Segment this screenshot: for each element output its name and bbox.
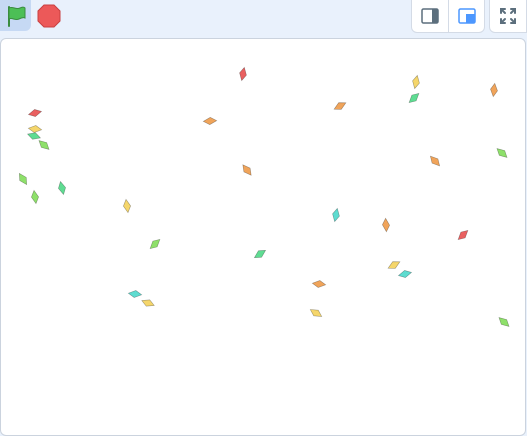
stop-sign-icon <box>37 4 61 27</box>
confetti-layer <box>18 66 510 327</box>
confetti-sprite <box>123 198 131 214</box>
stage-canvas[interactable] <box>0 38 526 436</box>
confetti-sprite <box>141 299 155 307</box>
confetti-sprite <box>27 125 43 133</box>
confetti-sprite <box>58 180 66 196</box>
confetti-sprite <box>202 117 218 125</box>
confetti-sprite <box>149 238 161 250</box>
confetti-sprite <box>27 109 43 117</box>
small-stage-icon <box>421 8 439 24</box>
confetti-sprite <box>242 164 252 176</box>
confetti-sprite <box>457 229 469 241</box>
confetti-sprite <box>18 172 28 186</box>
confetti-sprite <box>332 207 340 223</box>
confetti-sprite <box>498 317 510 327</box>
confetti-sprite <box>239 66 247 82</box>
confetti-sprite <box>408 92 420 104</box>
confetti-sprite <box>333 102 347 110</box>
small-stage-button[interactable] <box>412 0 448 32</box>
green-flag-button[interactable] <box>0 0 31 31</box>
confetti-sprite <box>309 309 323 317</box>
confetti-sprite <box>490 82 498 98</box>
confetti-sprite <box>387 261 401 269</box>
confetti-sprite <box>429 155 441 167</box>
normal-stage-icon <box>457 8 476 24</box>
stop-button[interactable] <box>35 0 63 31</box>
confetti-sprite <box>397 270 413 278</box>
confetti-sprite <box>31 189 39 205</box>
confetti-sprite <box>127 290 143 298</box>
green-flag-icon <box>7 5 25 27</box>
confetti-sprite <box>253 249 267 259</box>
fullscreen-icon <box>500 8 516 24</box>
confetti-sprite <box>38 140 50 150</box>
confetti-sprite <box>382 217 390 233</box>
confetti-sprite <box>26 132 42 140</box>
confetti-sprite <box>412 74 420 90</box>
normal-stage-button[interactable] <box>448 0 484 32</box>
stage-toolbar <box>0 0 527 38</box>
fullscreen-button[interactable] <box>489 0 527 33</box>
stage-size-toggle <box>411 0 485 33</box>
confetti-sprite <box>311 280 327 288</box>
confetti-sprite <box>496 148 508 158</box>
